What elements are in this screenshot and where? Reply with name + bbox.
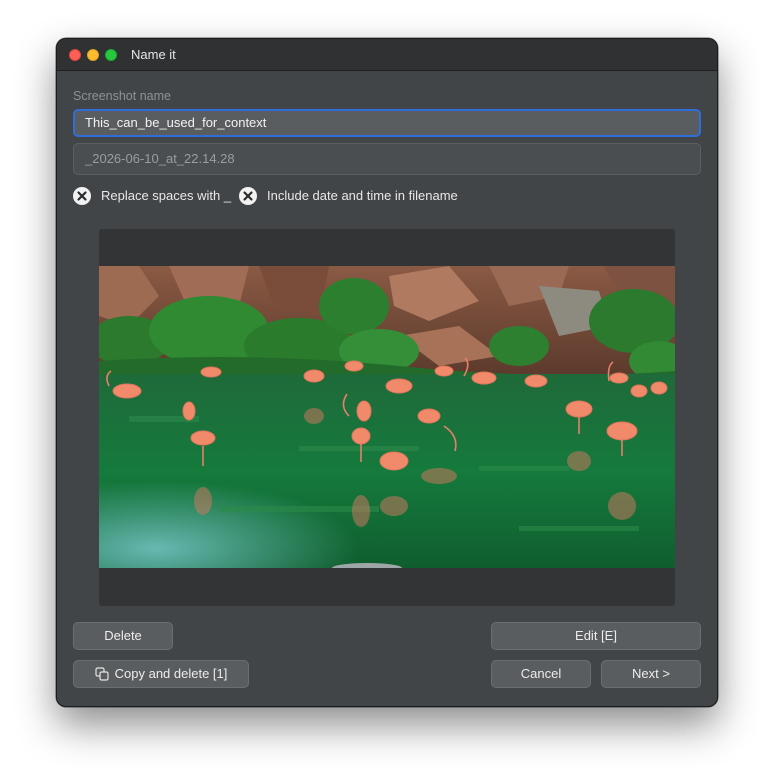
window-title: Name it	[131, 47, 176, 62]
cancel-button[interactable]: Cancel	[491, 660, 591, 688]
include-datetime-checkbox[interactable]	[239, 187, 257, 205]
x-mark-icon	[243, 191, 253, 201]
replace-spaces-checkbox[interactable]	[73, 187, 91, 205]
replace-spaces-label[interactable]: Replace spaces with _	[101, 188, 231, 203]
title-bar: Name it	[57, 39, 717, 71]
edit-button[interactable]: Edit [E]	[491, 622, 701, 650]
copy-and-delete-button[interactable]: Copy and delete [1]	[73, 660, 249, 688]
screenshot-name-input[interactable]: This_can_be_used_for_context	[73, 109, 701, 137]
zoom-window-button[interactable]	[105, 49, 117, 61]
x-mark-icon	[77, 191, 87, 201]
next-button[interactable]: Next >	[601, 660, 701, 688]
include-datetime-label[interactable]: Include date and time in filename	[267, 188, 458, 203]
minimize-window-button[interactable]	[87, 49, 99, 61]
copy-and-delete-label: Copy and delete [1]	[114, 666, 228, 681]
flamingo-photo	[99, 266, 675, 568]
copy-icon	[95, 666, 109, 681]
close-window-button[interactable]	[69, 49, 81, 61]
screenshot-name-label: Screenshot name	[73, 89, 171, 103]
screenshot-preview	[99, 229, 675, 606]
name-it-dialog: Name it Screenshot name This_can_be_used…	[56, 38, 718, 707]
filename-suffix-field[interactable]: _2026-06-10_at_22.14.28	[73, 143, 701, 175]
delete-button[interactable]: Delete	[73, 622, 173, 650]
